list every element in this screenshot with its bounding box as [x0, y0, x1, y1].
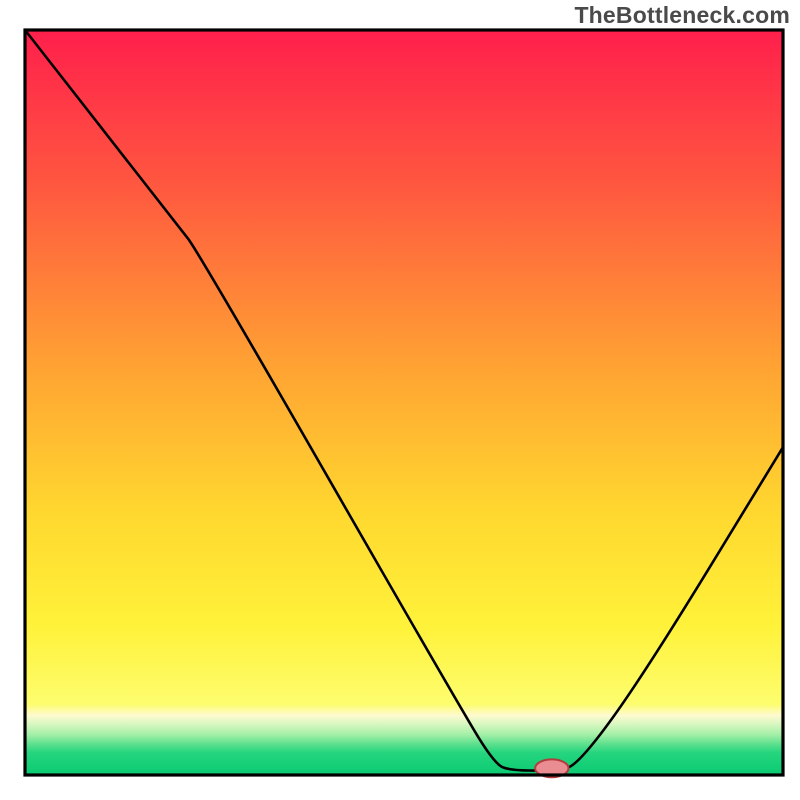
chart-stage: TheBottleneck.com — [0, 0, 800, 800]
bottleneck-chart-svg — [0, 0, 800, 800]
plot-background — [25, 30, 783, 775]
watermark-text: TheBottleneck.com — [574, 2, 790, 29]
